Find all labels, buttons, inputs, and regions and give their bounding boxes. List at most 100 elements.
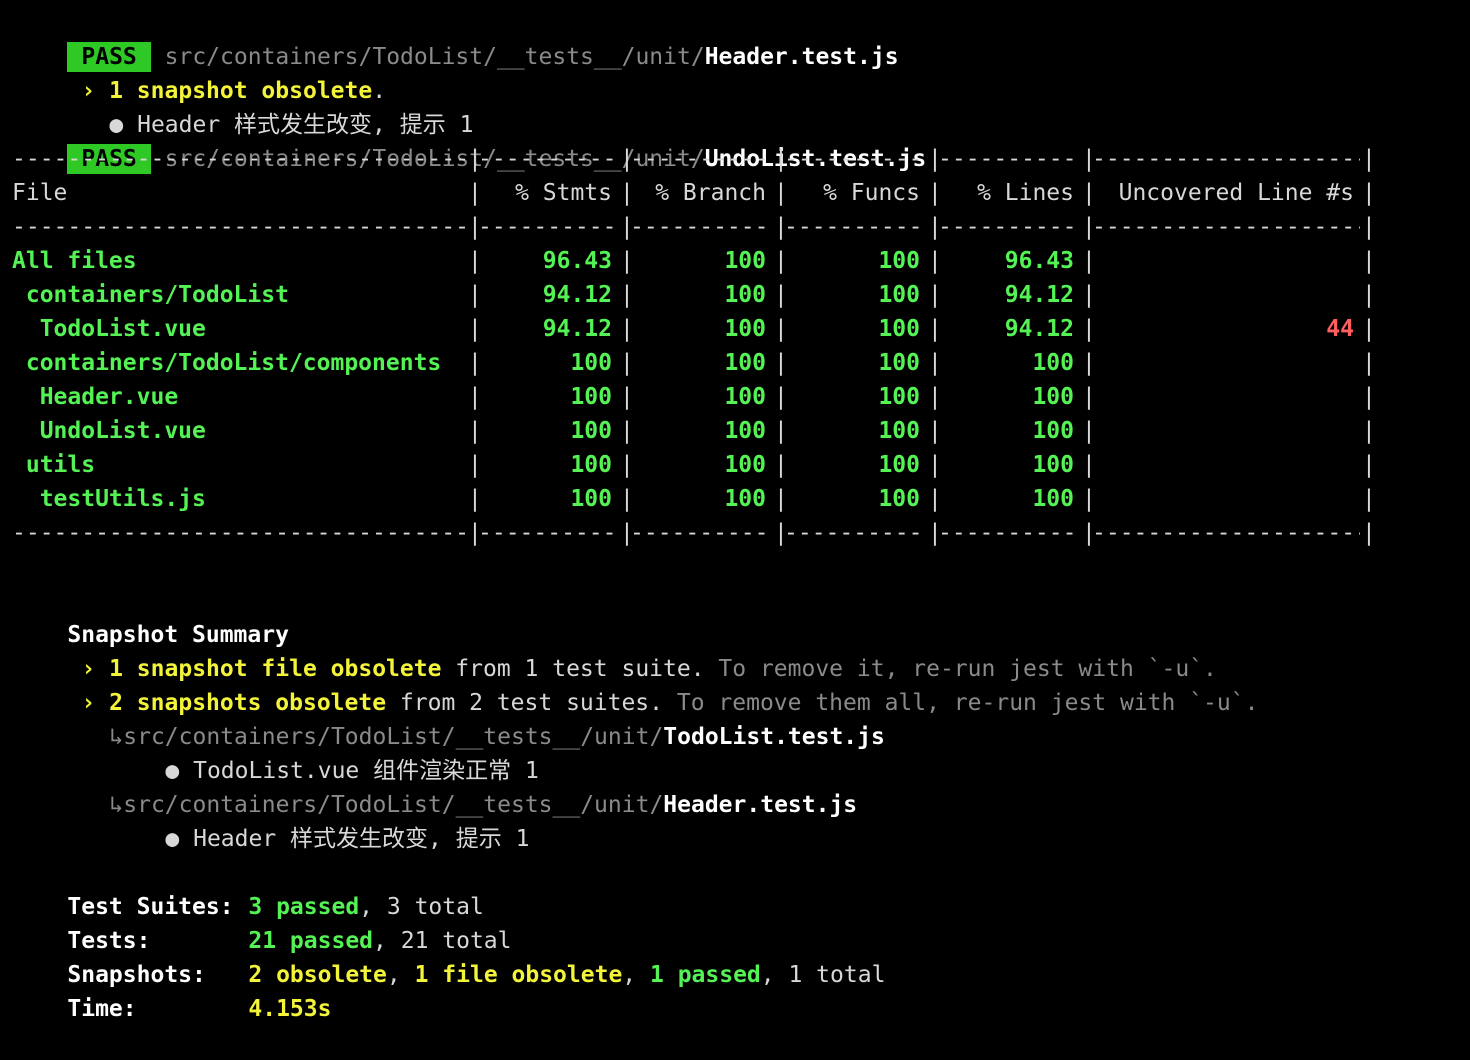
coverage-value-cell: 100 [570,452,612,478]
coverage-value-cell: 100 [570,418,612,444]
coverage-value-cell: 94.12 [542,282,612,308]
table-divider: ----------------------------------------… [938,520,1080,546]
table-divider: ----------------------------------------… [630,520,772,546]
coverage-value-cell: 94.12 [542,316,612,342]
table-separator: | [1362,316,1376,342]
column-header: % Stmts [515,180,612,206]
coverage-value-cell [1092,380,1354,414]
coverage-value-cell: 100 [878,486,920,512]
column-header: File [12,180,68,206]
table-separator: | [1362,520,1376,546]
result-total: 1 total [788,962,886,988]
coverage-value-cell: 100 [570,486,612,512]
summary-item-todolist-desc: ● TodoList.vue 组件渲染正常 1 [110,720,538,784]
column-header: % Lines [977,180,1074,206]
table-divider: ----------------------------------------… [938,146,1080,172]
coverage-value-cell: 100 [724,316,766,342]
coverage-value-cell [1092,244,1354,278]
coverage-value-cell: 100 [724,248,766,274]
test-file-name: Header.test.js [704,44,899,70]
table-divider: ----------------------------------------… [12,520,466,546]
coverage-value-cell: 100 [724,418,766,444]
result-file-obsolete: 1 file obsolete [414,962,623,988]
table-divider: ----------------------------------------… [630,146,772,172]
coverage-value-cell [1092,278,1354,312]
column-header: % Funcs [823,180,920,206]
coverage-value-cell [1092,414,1354,448]
coverage-value-cell [1092,482,1354,516]
result-test-suites: Test Suites: 3 passed, 3 total [12,856,483,920]
table-separator: | [1362,248,1376,274]
result-separator: , [760,962,789,988]
coverage-value-cell: 100 [1032,350,1074,376]
table-divider: ----------------------------------------… [630,214,772,240]
coverage-value-cell: 96.43 [1004,248,1074,274]
table-divider: ----------------------------------------… [12,146,466,172]
test-file-name: Header.test.js [663,792,858,818]
coverage-value-cell: 100 [1032,384,1074,410]
coverage-value-cell: 100 [1032,486,1074,512]
coverage-value-cell [1092,448,1354,482]
summary-item-desc: Header 样式发生改变, 提示 1 [193,826,530,852]
table-divider: ----------------------------------------… [784,214,926,240]
coverage-value-cell: 100 [724,486,766,512]
table-separator: | [1362,384,1376,410]
coverage-file-cell: containers/TodoList/components [12,350,442,376]
bullet-icon: ● [165,826,180,852]
table-divider: ----------------------------------------… [478,520,618,546]
coverage-file-cell: UndoList.vue [12,418,206,444]
pass-line-undolist-test: PASS src/containers/TodoList/__tests__/u… [12,108,926,174]
result-tests: Tests: 21 passed, 21 total [12,890,511,954]
result-time: Time: 4.153s [12,958,331,1022]
coverage-file-cell: Header.vue [12,384,179,410]
coverage-value-cell: 100 [1032,418,1074,444]
coverage-value-cell: 100 [570,350,612,376]
coverage-value-cell: 100 [570,384,612,410]
table-divider: ----------------------------------------… [12,214,466,240]
snapshot-summary-title: Snapshot Summary [12,584,289,648]
summary-line-snapshots-obsolete: › 2 snapshots obsolete from 2 test suite… [26,652,1258,716]
table-divider: ----------------------------------------… [478,214,618,240]
summary-item-todolist-path: ↳src/containers/TodoList/__tests__/unit/… [54,686,884,750]
table-separator: | [1362,418,1376,444]
coverage-file-cell: utils [12,452,96,478]
result-snapshots: Snapshots: 2 obsolete, 1 file obsolete, 1… [12,924,885,988]
coverage-value-cell: 44 [1326,316,1354,342]
coverage-value-cell: 100 [724,282,766,308]
table-divider: ----------------------------------------… [938,214,1080,240]
summary-line-file-obsolete: › 1 snapshot file obsolete from 1 test s… [26,618,1217,682]
table-divider: ----------------------------------------… [478,146,618,172]
result-passed: 1 passed [650,962,761,988]
result-separator: , [386,962,415,988]
coverage-value-cell: 96.43 [542,248,612,274]
column-header: % Branch [655,180,766,206]
coverage-value-cell: 100 [1032,452,1074,478]
table-separator: | [1362,486,1376,512]
table-separator: | [1362,146,1376,172]
pass-line-header-test: PASS src/containers/TodoList/__tests__/u… [12,6,899,72]
obsolete-notice: › 1 snapshot obsolete. [26,40,386,104]
coverage-value-cell: 100 [878,452,920,478]
table-separator: | [1362,452,1376,478]
coverage-file-cell: containers/TodoList [12,282,289,308]
test-file-name: TodoList.test.js [663,724,885,750]
coverage-value-cell: 94.12 [1004,316,1074,342]
coverage-value-cell: 100 [724,452,766,478]
coverage-value-cell: 100 [878,248,920,274]
coverage-value-cell: 100 [878,384,920,410]
coverage-file-cell: All files [12,248,137,274]
coverage-value-cell: 100 [878,350,920,376]
table-divider: ----------------------------------------… [1092,146,1360,172]
table-separator: | [1362,180,1376,206]
result-separator: , [622,962,650,988]
coverage-value-cell: 100 [724,384,766,410]
table-separator: | [1362,282,1376,308]
table-divider: ----------------------------------------… [1092,214,1360,240]
table-divider: ----------------------------------------… [1092,520,1360,546]
coverage-value-cell [1092,346,1354,380]
coverage-file-cell: TodoList.vue [12,316,206,342]
terminal-window: PASS src/containers/TodoList/__tests__/u… [0,0,1470,1022]
coverage-value-cell: 100 [878,316,920,342]
table-divider: ----------------------------------------… [784,520,926,546]
obsolete-item: ● Header 样式发生改变, 提示 1 [54,74,473,138]
